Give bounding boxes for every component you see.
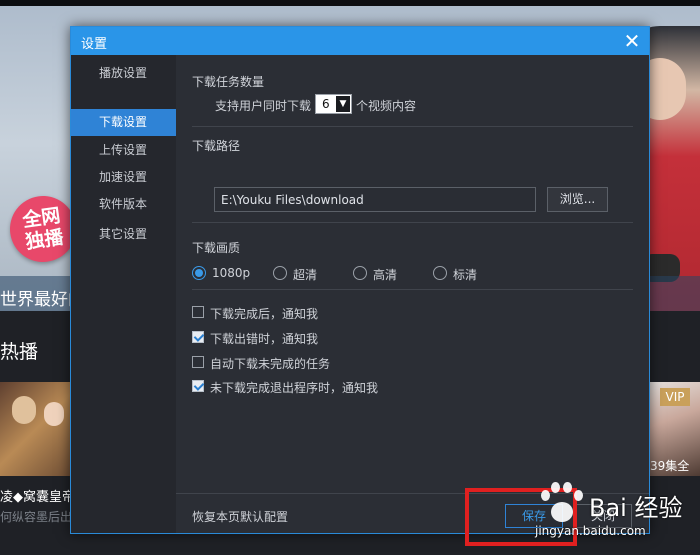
video-title[interactable]: 凌◆窝囊皇帝 xyxy=(0,486,75,505)
checkbox-icon xyxy=(192,356,204,368)
checkbox-label: 下载出错时，通知我 xyxy=(210,332,319,346)
section-divider xyxy=(192,222,633,223)
checkbox-label: 未下载完成退出程序时，通知我 xyxy=(210,381,379,395)
section-divider xyxy=(192,126,633,127)
download-path-heading: 下载路径 xyxy=(192,139,241,153)
auto-resume-checkbox[interactable]: 自动下载未完成的任务 xyxy=(192,354,492,371)
video-subtitle: 何纵容墨后出 xyxy=(0,510,73,524)
sidebar-item-playback[interactable]: 播放设置 xyxy=(71,60,176,87)
restore-defaults-link[interactable]: 恢复本页默认配置 xyxy=(192,508,288,525)
dropdown-arrow-icon[interactable]: ▼ xyxy=(336,96,350,112)
hot-section-heading: 热播 xyxy=(0,341,39,363)
baidu-watermark: Bai 经验 jingyan.baidu.com xyxy=(535,480,697,544)
task-count-heading: 下载任务数量 xyxy=(192,75,265,89)
sidebar-item-download[interactable]: 下载设置 xyxy=(71,109,176,136)
notify-on-exit-checkbox[interactable]: 未下载完成退出程序时，通知我 xyxy=(192,378,492,395)
quality-label: 1080p xyxy=(212,266,251,280)
checkbox-label: 自动下载未完成的任务 xyxy=(210,357,331,371)
checkbox-checked-icon xyxy=(192,380,204,392)
task-count-value: 6 xyxy=(322,97,330,111)
checkbox-icon xyxy=(192,306,204,318)
sidebar-item-acceleration[interactable]: 加速设置 xyxy=(71,164,176,191)
settings-sidebar: 播放设置 下载设置 上传设置 加速设置 软件版本 其它设置 xyxy=(71,55,176,533)
notify-on-error-checkbox[interactable]: 下载出错时，通知我 xyxy=(192,329,492,346)
watermark-text: Bai 经验 xyxy=(589,494,683,522)
dialog-title: 设置 xyxy=(81,37,108,52)
radio-icon xyxy=(273,266,287,280)
radio-icon xyxy=(433,266,447,280)
task-count-prefix: 支持用户同时下载 xyxy=(215,99,312,113)
download-path-input[interactable] xyxy=(214,187,536,212)
vip-badge: VIP xyxy=(660,388,690,406)
download-quality-heading: 下载画质 xyxy=(192,241,241,255)
quality-label: 高清 xyxy=(373,268,398,282)
sidebar-item-upload[interactable]: 上传设置 xyxy=(71,137,176,164)
quality-label: 超清 xyxy=(293,268,318,282)
dialog-titlebar[interactable]: 设置 ✕ xyxy=(71,27,649,55)
settings-dialog: 设置 ✕ 播放设置 下载设置 上传设置 加速设置 软件版本 其它设置 下载任务数… xyxy=(70,26,650,534)
watermark-url: jingyan.baidu.com xyxy=(535,524,646,538)
radio-selected-icon xyxy=(192,266,206,280)
sidebar-item-version[interactable]: 软件版本 xyxy=(71,191,176,218)
episode-count: 39集全 xyxy=(650,459,690,473)
checkbox-checked-icon xyxy=(192,331,204,343)
sidebar-item-other[interactable]: 其它设置 xyxy=(71,221,176,248)
video-thumbnail[interactable] xyxy=(0,382,72,476)
browse-button[interactable]: 浏览... xyxy=(547,187,608,212)
settings-content: 下载任务数量 支持用户同时下载 6 ▼ 个视频内容 下载路径 浏览... 下载画… xyxy=(176,55,649,493)
notify-on-complete-checkbox[interactable]: 下载完成后，通知我 xyxy=(192,304,492,321)
quality-label: 标清 xyxy=(453,268,478,282)
task-count-suffix: 个视频内容 xyxy=(356,99,417,113)
task-count-spinner[interactable]: 6 ▼ xyxy=(315,94,352,114)
checkbox-label: 下载完成后，通知我 xyxy=(210,307,319,321)
section-divider xyxy=(192,289,633,290)
close-icon[interactable]: ✕ xyxy=(621,30,643,52)
radio-icon xyxy=(353,266,367,280)
